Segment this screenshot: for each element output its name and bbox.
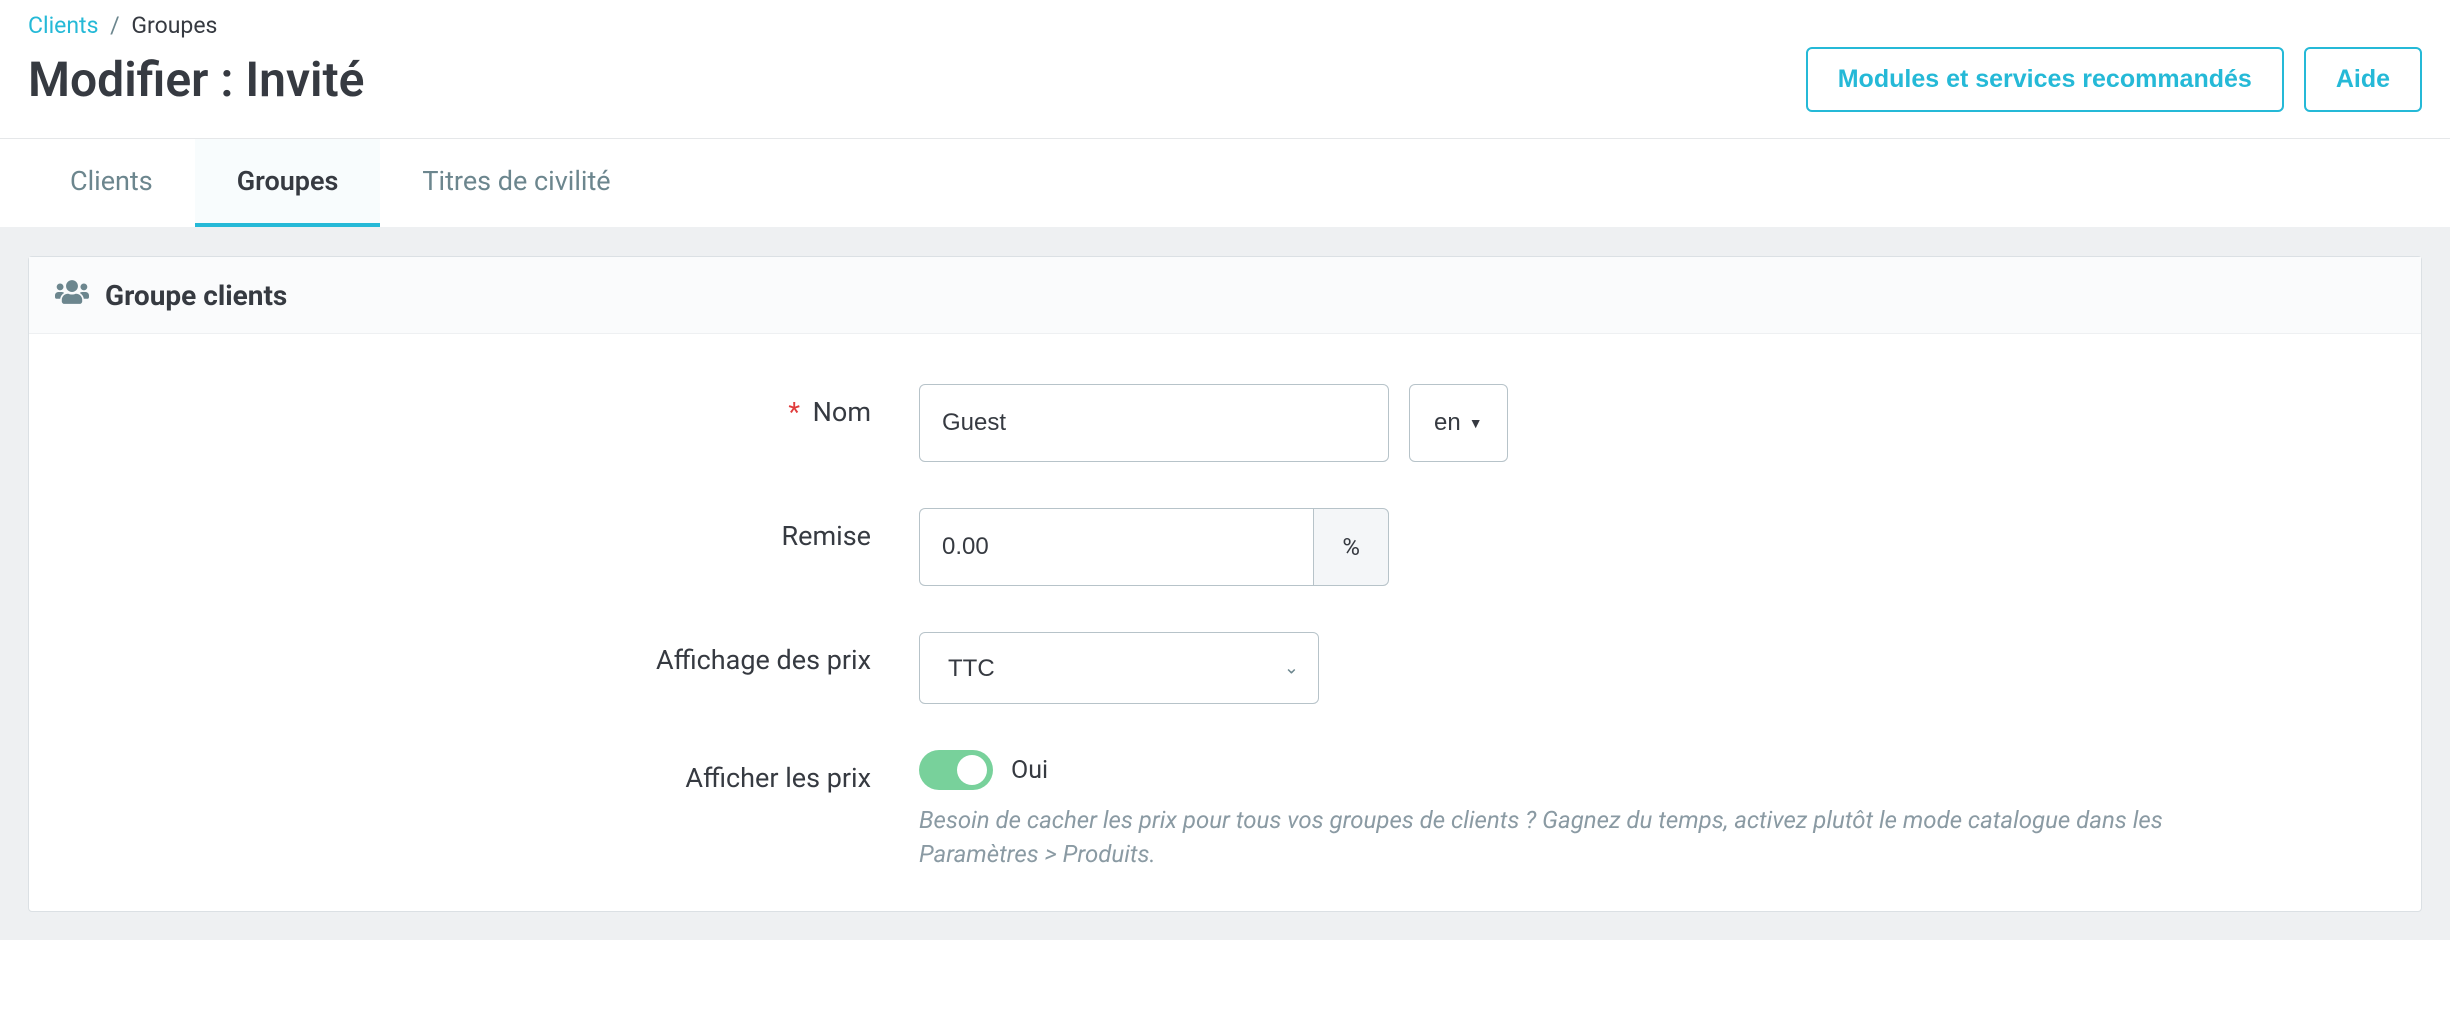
header-actions: Modules et services recommandés Aide: [1806, 47, 2422, 112]
panel-header: Groupe clients: [29, 257, 2421, 334]
panel-title: Groupe clients: [105, 279, 287, 312]
page-header: Modifier : Invité Modules et services re…: [0, 47, 2450, 139]
modules-button[interactable]: Modules et services recommandés: [1806, 47, 2284, 112]
control-show-prices: Oui Besoin de cacher les prix pour tous …: [919, 750, 2381, 871]
tab-clients[interactable]: Clients: [28, 139, 195, 227]
show-prices-toggle-wrap: Oui: [919, 750, 2381, 790]
price-display-select-wrap: TTC ⌄: [919, 632, 1319, 704]
toggle-knob: [957, 755, 987, 785]
discount-input[interactable]: [919, 508, 1313, 586]
label-price-display: Affichage des prix: [69, 632, 919, 676]
label-discount: Remise: [69, 508, 919, 552]
users-icon: [55, 277, 89, 313]
breadcrumb-parent-link[interactable]: Clients: [28, 12, 98, 39]
row-price-display: Affichage des prix TTC ⌄: [69, 632, 2381, 704]
row-discount: Remise %: [69, 508, 2381, 586]
price-display-select[interactable]: TTC: [919, 632, 1319, 704]
control-discount: %: [919, 508, 2381, 586]
control-price-display: TTC ⌄: [919, 632, 2381, 704]
language-dropdown[interactable]: en ▼: [1409, 384, 1508, 462]
panel-group-clients: Groupe clients * Nom en ▼ Remise: [28, 256, 2422, 912]
show-prices-value-label: Oui: [1011, 756, 1048, 785]
tab-groupes[interactable]: Groupes: [195, 139, 381, 227]
discount-input-group: %: [919, 508, 1389, 586]
tab-titres[interactable]: Titres de civilité: [380, 139, 652, 227]
help-button[interactable]: Aide: [2304, 47, 2422, 112]
language-code: en: [1434, 409, 1461, 437]
control-name: en ▼: [919, 384, 2381, 462]
label-name: * Nom: [69, 384, 919, 428]
label-name-text: Nom: [813, 396, 871, 428]
label-show-prices: Afficher les prix: [69, 750, 919, 794]
breadcrumb-separator: /: [110, 12, 120, 39]
panel-body: * Nom en ▼ Remise %: [29, 334, 2421, 911]
caret-down-icon: ▼: [1469, 415, 1483, 431]
row-name: * Nom en ▼: [69, 384, 2381, 462]
content-area: Groupe clients * Nom en ▼ Remise: [0, 228, 2450, 940]
show-prices-help: Besoin de cacher les prix pour tous vos …: [919, 804, 2219, 871]
page-title: Modifier : Invité: [28, 51, 364, 108]
tabs: Clients Groupes Titres de civilité: [0, 139, 2450, 228]
breadcrumb: Clients / Groupes: [0, 0, 2450, 47]
row-show-prices: Afficher les prix Oui Besoin de cacher l…: [69, 750, 2381, 871]
name-input[interactable]: [919, 384, 1389, 462]
breadcrumb-current: Groupes: [131, 12, 217, 39]
required-asterisk: *: [788, 396, 800, 428]
show-prices-toggle[interactable]: [919, 750, 993, 790]
discount-unit: %: [1313, 508, 1389, 586]
